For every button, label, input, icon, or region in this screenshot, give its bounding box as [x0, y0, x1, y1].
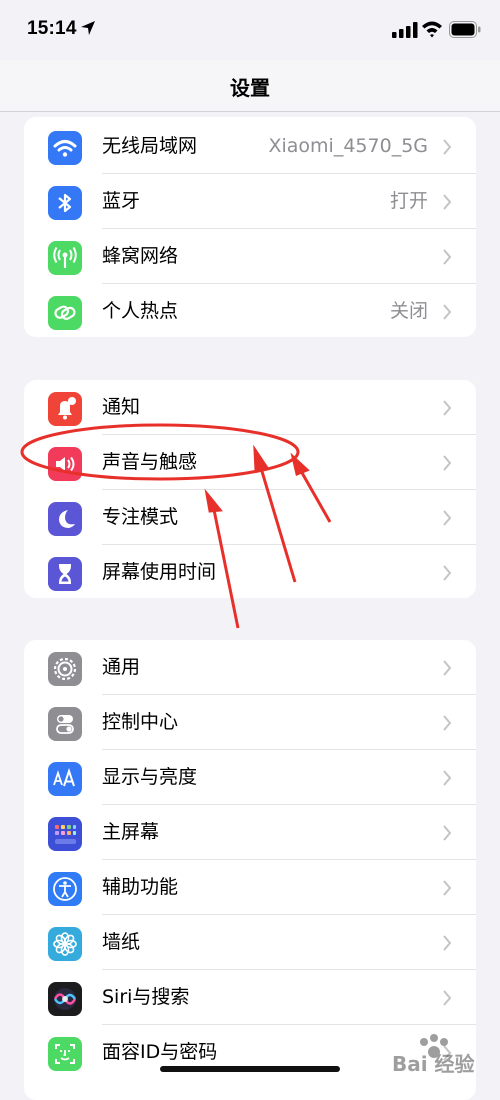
bluetooth-icon: [48, 186, 82, 220]
chevron-right-icon: [443, 139, 452, 155]
settings-row-sounds-haptics[interactable]: 声音与触感: [24, 435, 476, 490]
status-time: 15:14: [27, 18, 77, 39]
chevron-right-icon: [443, 400, 452, 416]
hotspot-link-icon: [48, 296, 82, 330]
wifi-icon: [422, 21, 442, 38]
chevron-right-icon: [443, 825, 452, 841]
chevron-right-icon: [443, 660, 452, 676]
antenna-icon: [48, 241, 82, 275]
settings-group-connectivity: 无线局域网 Xiaomi_4570_5G 蓝牙 打开 蜂窝网络 个人热点 关闭: [24, 117, 476, 337]
chevron-right-icon: [443, 510, 452, 526]
settings-row-label: 显示与亮度: [102, 766, 198, 788]
chevron-right-icon: [443, 249, 452, 265]
settings-row-label: 通用: [102, 656, 141, 678]
settings-row-label: 控制中心: [102, 711, 179, 733]
chevron-right-icon: [443, 565, 452, 581]
gear-icon: [48, 652, 82, 686]
settings-row-label: 无线局域网: [102, 135, 198, 157]
status-bar: 15:14: [0, 0, 500, 60]
watermark-text: Bai 经验: [392, 1052, 475, 1076]
settings-row-focus[interactable]: 专注模式: [24, 490, 476, 545]
chevron-right-icon: [443, 194, 452, 210]
settings-row-general[interactable]: 通用: [24, 640, 476, 695]
moon-icon: [48, 502, 82, 536]
cellular-signal-icon: [392, 22, 418, 38]
speaker-icon: [48, 447, 82, 481]
settings-row-label: 主屏幕: [102, 821, 160, 843]
hourglass-icon: [48, 557, 82, 591]
chevron-right-icon: [443, 715, 452, 731]
settings-row-label: 声音与触感: [102, 451, 198, 473]
wifi-icon: [48, 131, 82, 165]
battery-icon: [449, 21, 481, 38]
settings-group-notifications: 通知 声音与触感 专注模式 屏幕使用时间: [24, 380, 476, 598]
settings-row-label: Siri与搜索: [102, 986, 190, 1008]
nav-bar: 设置: [0, 60, 500, 112]
settings-row-label: 墙纸: [102, 931, 141, 953]
settings-row-control-center[interactable]: 控制中心: [24, 695, 476, 750]
settings-row-label: 辅助功能: [102, 876, 179, 898]
settings-row-bluetooth[interactable]: 蓝牙 打开: [24, 174, 476, 229]
settings-row-screen-time[interactable]: 屏幕使用时间: [24, 545, 476, 598]
settings-row-cellular[interactable]: 蜂窝网络: [24, 229, 476, 284]
settings-row-notifications[interactable]: 通知: [24, 380, 476, 435]
settings-row-label: 蓝牙: [102, 190, 141, 212]
settings-row-siri-search[interactable]: Siri与搜索: [24, 970, 476, 1025]
settings-row-wallpaper[interactable]: 墙纸: [24, 915, 476, 970]
flower-icon: [48, 927, 82, 961]
settings-row-display-brightness[interactable]: 显示与亮度: [24, 750, 476, 805]
settings-row-value: 关闭: [389, 300, 428, 322]
chevron-right-icon: [443, 880, 452, 896]
page-title: 设置: [230, 76, 270, 100]
watermark: Bai 经验: [390, 1030, 490, 1078]
siri-icon: [48, 982, 82, 1016]
settings-row-label: 蜂窝网络: [102, 245, 179, 267]
chevron-right-icon: [443, 990, 452, 1006]
home-indicator[interactable]: [160, 1066, 340, 1072]
settings-row-label: 个人热点: [102, 300, 179, 322]
location-arrow-icon: [81, 21, 95, 35]
settings-row-home-screen[interactable]: 主屏幕: [24, 805, 476, 860]
settings-row-label: 专注模式: [102, 506, 179, 528]
settings-row-label: 屏幕使用时间: [102, 561, 217, 583]
settings-row-label: 通知: [102, 396, 141, 418]
settings-row-value: 打开: [389, 190, 428, 212]
settings-row-accessibility[interactable]: 辅助功能: [24, 860, 476, 915]
home-grid-icon: [48, 817, 82, 851]
settings-row-label: 面容ID与密码: [102, 1041, 218, 1063]
toggles-icon: [48, 707, 82, 741]
chevron-right-icon: [443, 304, 452, 320]
bell-icon: [48, 392, 82, 426]
face-id-icon: [48, 1037, 82, 1071]
text-size-icon: [48, 762, 82, 796]
settings-row-wlan[interactable]: 无线局域网 Xiaomi_4570_5G: [24, 119, 476, 174]
chevron-right-icon: [443, 455, 452, 471]
settings-row-hotspot[interactable]: 个人热点 关闭: [24, 284, 476, 337]
chevron-right-icon: [443, 770, 452, 786]
accessibility-icon: [48, 872, 82, 906]
chevron-right-icon: [443, 935, 452, 951]
settings-row-value: Xiaomi_4570_5G: [268, 135, 428, 157]
